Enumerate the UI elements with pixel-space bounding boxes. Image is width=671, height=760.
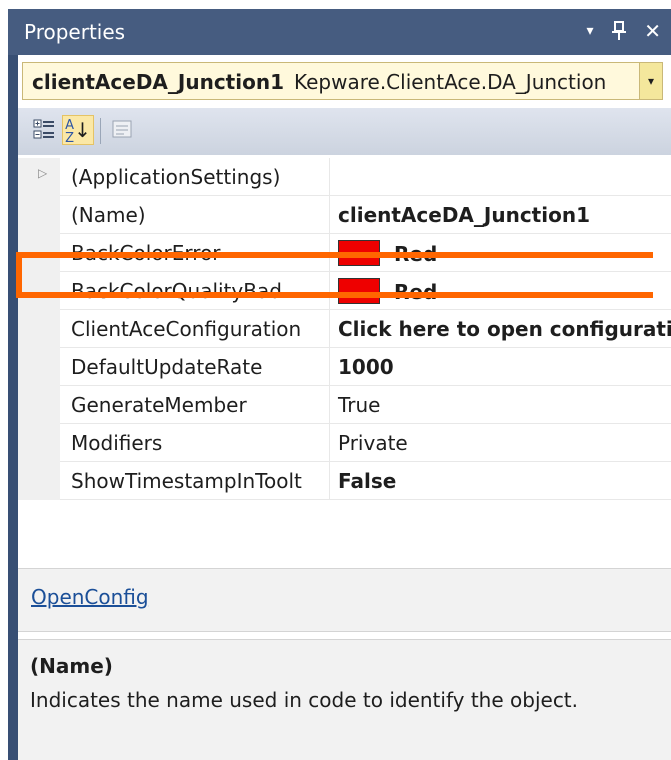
description-title: (Name) [30, 654, 113, 678]
column-divider [329, 348, 330, 386]
property-value[interactable]: 1000 [338, 354, 394, 380]
property-grid: ▷ (ApplicationSettings) (Name) clientAce… [18, 158, 671, 558]
column-divider [329, 462, 330, 500]
description-pane: (Name) Indicates the name used in code t… [18, 639, 671, 760]
column-divider [329, 310, 330, 348]
property-value[interactable]: Private [338, 430, 408, 456]
properties-panel: clientAceDA_Junction1 Kepware.ClientAce.D… [18, 55, 671, 760]
column-divider [329, 158, 330, 196]
property-name: Modifiers [71, 431, 163, 455]
property-value[interactable]: False [338, 468, 396, 494]
alphabetical-button[interactable]: A Z↓ [62, 115, 94, 145]
categorized-icon [33, 119, 54, 139]
property-name: ShowTimestampInToolt [71, 469, 302, 493]
categorized-button[interactable] [28, 115, 60, 145]
window-menu-dropdown-icon[interactable]: ▾ [586, 23, 593, 39]
description-text: Indicates the name used in code to ident… [30, 688, 579, 712]
expand-triangle-icon[interactable]: ▷ [38, 166, 47, 180]
title-bar-controls: ▾ ✕ [574, 19, 661, 43]
pin-icon[interactable] [611, 19, 632, 43]
property-row[interactable]: GenerateMember True [18, 386, 671, 424]
property-name: GenerateMember [71, 393, 247, 417]
column-divider [329, 196, 330, 234]
sort-down-arrow-icon: ↓ [74, 118, 91, 142]
property-value[interactable]: clientAceDA_Junction1 [338, 202, 590, 228]
selected-object-type: Kepware.ClientAce.DA_Junction [294, 70, 607, 94]
selected-object-name: clientAceDA_Junction1 [32, 70, 284, 94]
column-divider [329, 424, 330, 462]
row-gutter: ▷ [18, 158, 60, 196]
window-title: Properties [24, 20, 126, 44]
property-name: (Name) [71, 203, 146, 227]
object-selector-dropdown-button[interactable]: ▾ [639, 63, 662, 99]
column-divider [329, 386, 330, 424]
object-selector-combobox[interactable]: clientAceDA_Junction1 Kepware.ClientAce.D… [22, 62, 663, 100]
property-value[interactable]: True [338, 392, 380, 418]
sort-az-icon: AZ [65, 118, 75, 146]
properties-toolbar: A Z↓ [18, 108, 671, 155]
row-gutter [18, 348, 60, 386]
property-name: DefaultUpdateRate [71, 355, 263, 379]
close-icon[interactable]: ✕ [644, 19, 661, 43]
property-name: (ApplicationSettings) [71, 165, 281, 189]
property-row[interactable]: ShowTimestampInToolt False [18, 462, 671, 500]
property-name: ClientAceConfiguration [71, 317, 302, 341]
chevron-down-icon: ▾ [647, 74, 655, 88]
row-gutter [18, 196, 60, 234]
row-gutter [18, 462, 60, 500]
row-gutter [18, 386, 60, 424]
property-row[interactable]: ▷ (ApplicationSettings) [18, 158, 671, 196]
property-row[interactable]: DefaultUpdateRate 1000 [18, 348, 671, 386]
property-row[interactable]: Modifiers Private [18, 424, 671, 462]
property-value-link[interactable]: Click here to open configurati [338, 316, 671, 342]
property-row-highlighted[interactable]: ClientAceConfiguration Click here to ope… [18, 310, 671, 348]
row-gutter [18, 310, 60, 348]
toolbar-separator [100, 118, 101, 144]
row-divider [60, 499, 671, 500]
property-pages-button[interactable] [106, 115, 138, 145]
properties-title-bar: Properties ▾ ✕ [8, 9, 671, 55]
property-pages-icon [112, 120, 132, 138]
row-gutter [18, 424, 60, 462]
property-row[interactable]: (Name) clientAceDA_Junction1 [18, 196, 671, 234]
open-config-link[interactable]: OpenConfig [31, 585, 149, 609]
object-selector-text: clientAceDA_Junction1 Kepware.ClientAce.D… [32, 70, 606, 94]
orange-highlight-box [16, 252, 653, 298]
commands-pane: OpenConfig [18, 568, 671, 632]
